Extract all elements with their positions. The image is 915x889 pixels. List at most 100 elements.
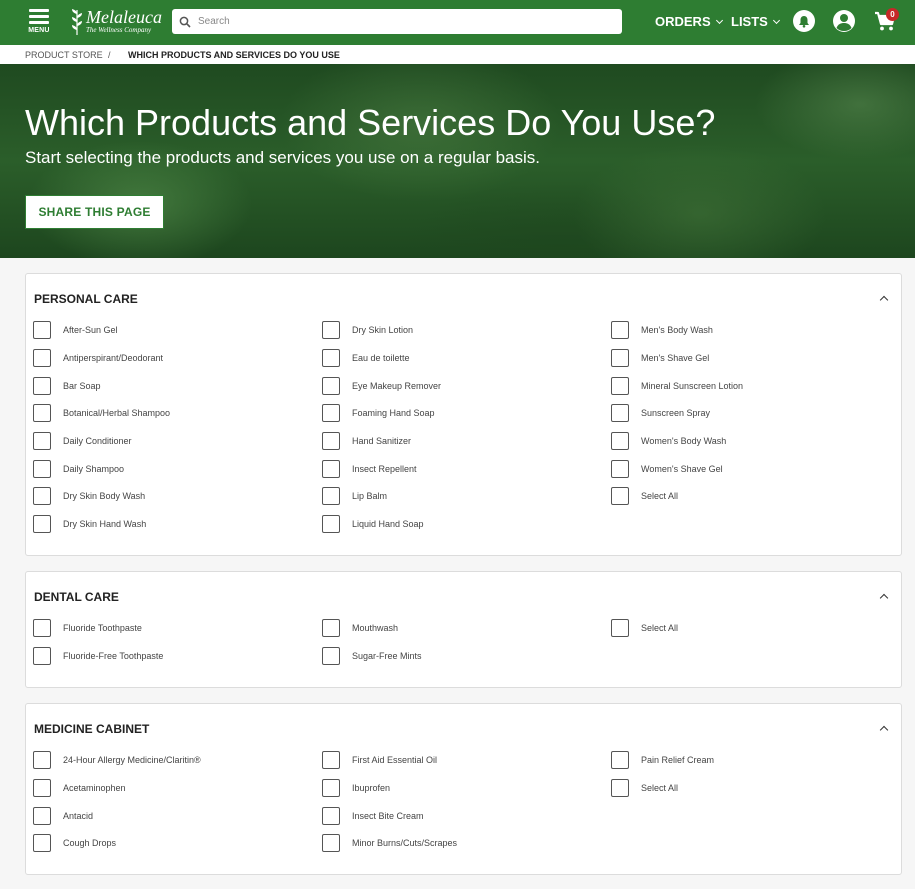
checkbox-option[interactable]: Lip Balm [322,487,387,505]
checkbox[interactable] [322,751,340,769]
checkbox[interactable] [322,487,340,505]
checkbox[interactable] [322,647,340,665]
checkbox-option[interactable]: Botanical/Herbal Shampoo [33,404,170,422]
hero-banner: Which Products and Services Do You Use? … [0,64,915,258]
checkbox[interactable] [611,619,629,637]
checkbox-option[interactable]: Mouthwash [322,619,398,637]
checkbox[interactable] [33,834,51,852]
section-dental-care: DENTAL CARE Fluoride Toothpaste Fluoride… [25,571,902,688]
share-page-button[interactable]: SHARE THIS PAGE [25,195,164,229]
account-button[interactable] [832,9,856,33]
chevron-up-icon[interactable] [879,724,889,734]
checkbox[interactable] [322,432,340,450]
checkbox[interactable] [33,779,51,797]
checkbox-option[interactable]: Women's Shave Gel [611,460,723,478]
checkbox[interactable] [322,321,340,339]
chevron-up-icon[interactable] [879,294,889,304]
menu-button[interactable]: MENU [26,9,52,35]
checkbox-option[interactable]: Cough Drops [33,834,116,852]
orders-label: ORDERS [655,14,711,29]
checkbox-option[interactable]: 24-Hour Allergy Medicine/Claritin® [33,751,201,769]
checkbox[interactable] [322,834,340,852]
checkbox-option[interactable]: Dry Skin Body Wash [33,487,145,505]
option-label: Women's Shave Gel [641,464,723,474]
checkbox[interactable] [33,619,51,637]
option-label: Insect Bite Cream [352,811,424,821]
search-input[interactable] [198,16,598,27]
checkbox-option[interactable]: Sunscreen Spray [611,404,710,422]
checkbox-option[interactable]: After-Sun Gel [33,321,118,339]
checkbox-option[interactable]: Men's Body Wash [611,321,713,339]
option-label: Dry Skin Body Wash [63,491,146,501]
checkbox-option[interactable]: Eye Makeup Remover [322,377,441,395]
checkbox[interactable] [33,807,51,825]
checkbox[interactable] [322,807,340,825]
checkbox[interactable] [33,377,51,395]
checkbox[interactable] [611,321,629,339]
checkbox-option[interactable]: Ibuprofen [322,779,390,797]
select-all-option[interactable]: Select All [611,619,678,637]
option-label: 24-Hour Allergy Medicine/Claritin® [63,755,201,765]
checkbox[interactable] [33,647,51,665]
checkbox[interactable] [322,377,340,395]
checkbox[interactable] [322,619,340,637]
checkbox[interactable] [33,460,51,478]
checkbox-option[interactable]: Insect Bite Cream [322,807,424,825]
checkbox-option[interactable]: Dry Skin Lotion [322,321,413,339]
section-title: DENTAL CARE [34,590,119,604]
checkbox-option[interactable]: Antiperspirant/Deodorant [33,349,163,367]
option-label: Insect Repellent [352,464,417,474]
checkbox[interactable] [33,349,51,367]
melaleuca-logo[interactable]: Melaleuca The Wellness Company [68,6,162,38]
option-label: Women's Body Wash [641,436,727,446]
checkbox-option[interactable]: Sugar-Free Mints [322,647,422,665]
checkbox[interactable] [33,515,51,533]
lists-menu[interactable]: LISTS [731,14,780,29]
checkbox-option[interactable]: Bar Soap [33,377,101,395]
checkbox-option[interactable]: Hand Sanitizer [322,432,411,450]
checkbox-option[interactable]: Liquid Hand Soap [322,515,424,533]
checkbox-option[interactable]: Fluoride Toothpaste [33,619,142,637]
checkbox[interactable] [33,487,51,505]
checkbox-option[interactable]: Mineral Sunscreen Lotion [611,377,743,395]
checkbox-option[interactable]: Eau de toilette [322,349,410,367]
checkbox-option[interactable]: Minor Burns/Cuts/Scrapes [322,834,457,852]
select-all-option[interactable]: Select All [611,779,678,797]
checkbox-option[interactable]: Foaming Hand Soap [322,404,435,422]
breadcrumb-product-store[interactable]: PRODUCT STORE [25,50,103,60]
checkbox[interactable] [322,460,340,478]
checkbox-option[interactable]: Men's Shave Gel [611,349,709,367]
notifications-button[interactable] [793,10,815,32]
chevron-up-icon[interactable] [879,592,889,602]
select-all-option[interactable]: Select All [611,487,678,505]
checkbox[interactable] [322,779,340,797]
checkbox[interactable] [611,751,629,769]
checkbox[interactable] [611,779,629,797]
lists-label: LISTS [731,14,768,29]
checkbox-option[interactable]: Acetaminophen [33,779,126,797]
checkbox-option[interactable]: Daily Shampoo [33,460,124,478]
option-label: Pain Relief Cream [641,755,715,765]
checkbox[interactable] [611,460,629,478]
checkbox-option[interactable]: Insect Repellent [322,460,417,478]
checkbox-option[interactable]: Daily Conditioner [33,432,132,450]
checkbox[interactable] [611,487,629,505]
checkbox-option[interactable]: First Aid Essential Oil [322,751,437,769]
checkbox[interactable] [611,377,629,395]
checkbox-option[interactable]: Dry Skin Hand Wash [33,515,146,533]
checkbox[interactable] [611,404,629,422]
checkbox-option[interactable]: Antacid [33,807,93,825]
checkbox[interactable] [611,432,629,450]
checkbox-option[interactable]: Pain Relief Cream [611,751,714,769]
checkbox[interactable] [33,751,51,769]
checkbox[interactable] [33,321,51,339]
checkbox[interactable] [322,404,340,422]
checkbox[interactable] [33,432,51,450]
checkbox[interactable] [33,404,51,422]
checkbox-option[interactable]: Women's Body Wash [611,432,726,450]
checkbox-option[interactable]: Fluoride-Free Toothpaste [33,647,163,665]
checkbox[interactable] [322,349,340,367]
orders-menu[interactable]: ORDERS [655,14,723,29]
checkbox[interactable] [322,515,340,533]
checkbox[interactable] [611,349,629,367]
